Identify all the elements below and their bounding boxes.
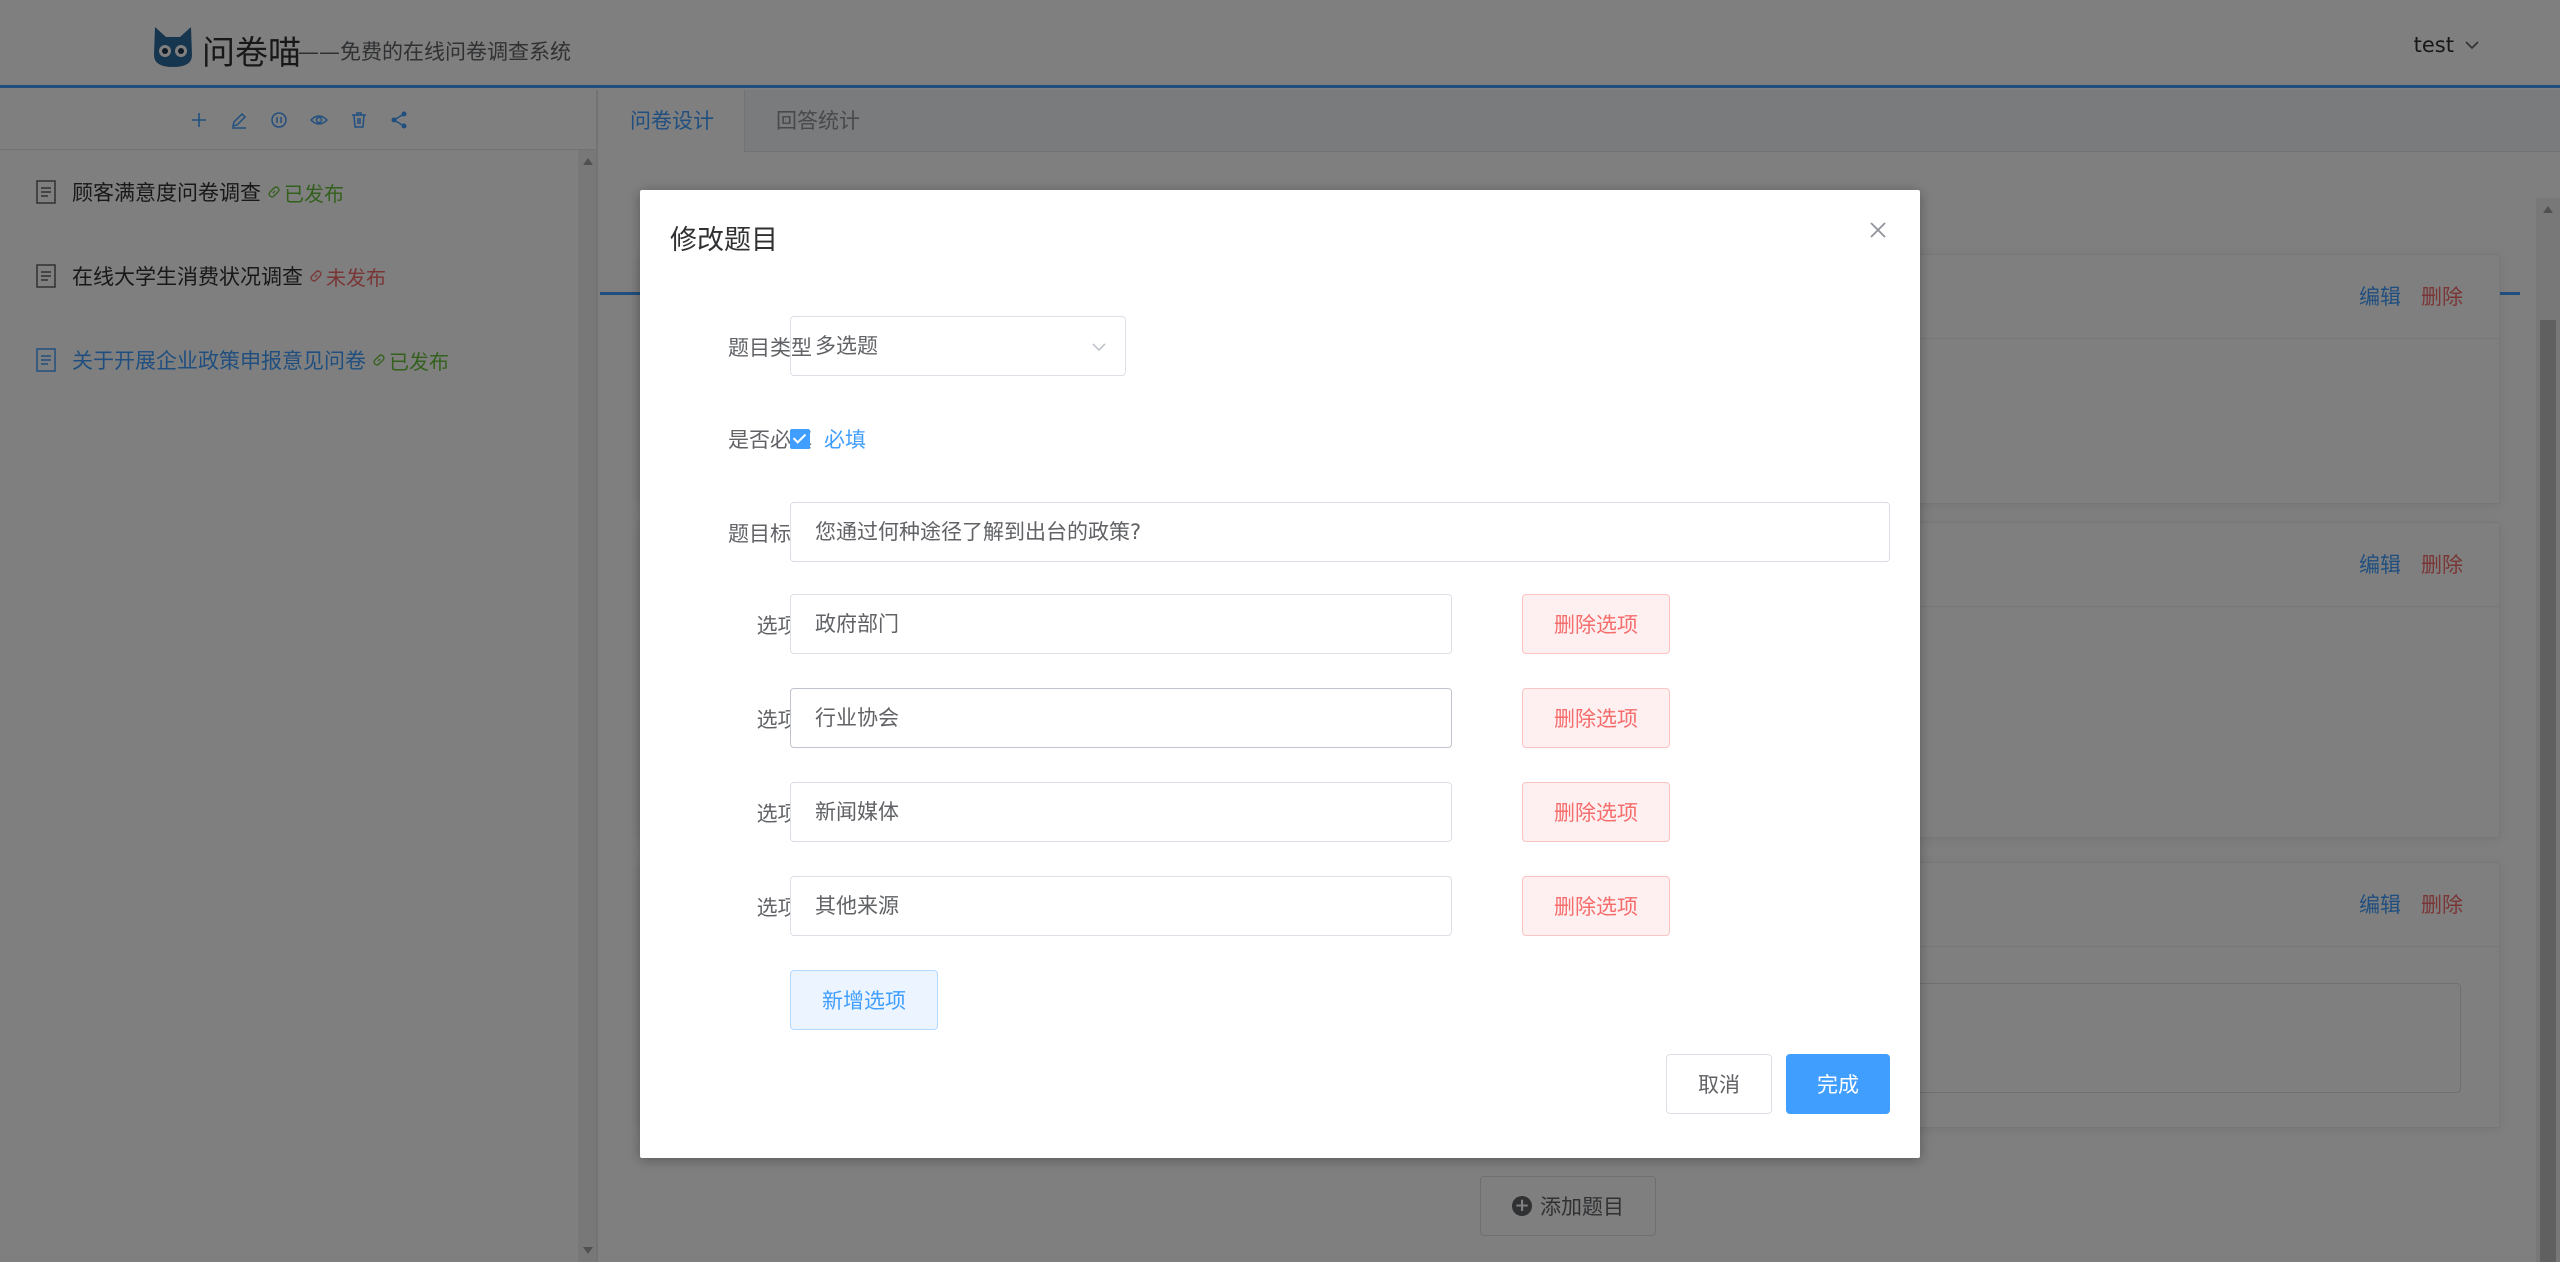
option-input[interactable]: 行业协会 (790, 688, 1452, 748)
option-input[interactable]: 新闻媒体 (790, 782, 1452, 842)
required-checkbox[interactable] (790, 429, 810, 449)
required-checkbox-group[interactable]: 必填 (790, 424, 866, 454)
delete-option-button[interactable]: 删除选项 (1522, 688, 1670, 748)
question-type-select[interactable]: 多选题 (790, 316, 1126, 376)
cancel-button[interactable]: 取消 (1666, 1054, 1772, 1114)
delete-option-button[interactable]: 删除选项 (1522, 594, 1670, 654)
add-option-button[interactable]: 新增选项 (790, 970, 938, 1030)
option-input[interactable]: 其他来源 (790, 876, 1452, 936)
edit-question-dialog: 修改题目 题目类型 多选题 是否必填 必填 题目标题 您通过何种途径了解到出台的… (640, 190, 1920, 1158)
delete-option-button[interactable]: 删除选项 (1522, 876, 1670, 936)
close-icon[interactable] (1866, 218, 1890, 242)
question-type-value: 多选题 (815, 334, 878, 358)
question-title-input[interactable]: 您通过何种途径了解到出台的政策? (790, 502, 1890, 562)
delete-option-button[interactable]: 删除选项 (1522, 782, 1670, 842)
done-button[interactable]: 完成 (1786, 1054, 1890, 1114)
chevron-down-icon (1092, 343, 1106, 352)
required-checkbox-label[interactable]: 必填 (824, 424, 866, 454)
dialog-title: 修改题目 (670, 225, 778, 256)
option-input[interactable]: 政府部门 (790, 594, 1452, 654)
